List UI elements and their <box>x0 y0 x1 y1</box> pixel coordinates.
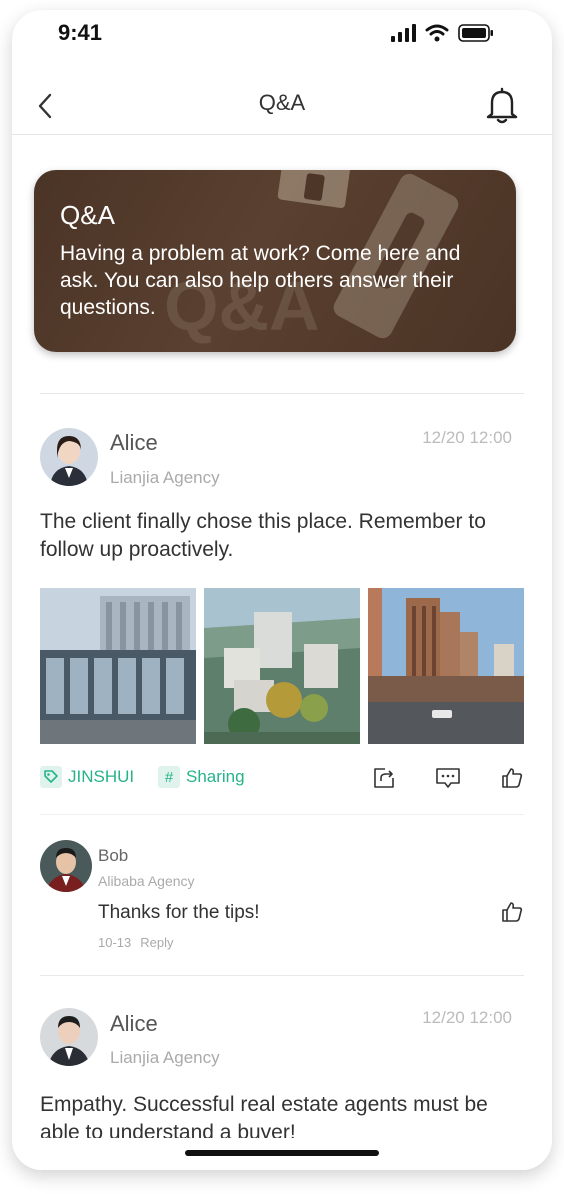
divider <box>40 975 524 976</box>
reply-button[interactable]: Reply <box>140 935 173 950</box>
qa-banner[interactable]: Q&A Q&A Having a problem at work? Come h… <box>34 170 516 352</box>
thumbs-up-icon <box>502 902 523 922</box>
signal-icon <box>391 24 416 42</box>
comment-text: Thanks for the tips! <box>98 902 260 923</box>
post-photo[interactable] <box>204 588 360 744</box>
share-button[interactable] <box>370 764 398 792</box>
divider <box>40 814 524 815</box>
building-photo-1 <box>40 588 196 744</box>
wifi-icon <box>425 24 449 42</box>
home-indicator[interactable] <box>185 1150 379 1156</box>
avatar-image <box>40 1008 98 1066</box>
tag-label: Sharing <box>186 767 245 786</box>
comment-icon <box>436 768 460 788</box>
share-icon <box>374 768 394 788</box>
banner-title: Q&A <box>60 200 115 230</box>
post-photo[interactable] <box>368 588 524 744</box>
tag-jinshui[interactable]: JINSHUI <box>40 766 134 788</box>
status-bar: 9:41 <box>12 10 552 60</box>
avatar-image <box>40 840 92 892</box>
tag-label: JINSHUI <box>68 767 135 786</box>
phone-frame: 9:41 Q&A Q&A Q&A Having a problem at wor… <box>12 10 552 1170</box>
comment-button[interactable] <box>434 764 462 792</box>
post-text: Empathy. Successful real estate agents m… <box>40 1093 488 1143</box>
navigation-bar: Q&A <box>12 78 552 135</box>
author-name[interactable]: Alice <box>110 430 158 456</box>
commenter-name[interactable]: Bob <box>98 846 128 866</box>
author-agency: Lianjia Agency <box>110 468 220 487</box>
notifications-button[interactable] <box>482 84 522 128</box>
hashtag-icon: # <box>158 766 180 788</box>
post-time: 12/20 12:00 <box>422 1008 512 1027</box>
like-button[interactable] <box>498 764 526 792</box>
page-title: Q&A <box>258 90 306 115</box>
post-time: 12/20 12:00 <box>422 428 512 447</box>
comment-date: 10-13 <box>98 935 132 950</box>
building-photo-3 <box>368 588 524 744</box>
tag-icon <box>40 766 62 788</box>
thumbs-up-icon <box>502 768 523 788</box>
status-time: 9:41 <box>58 20 103 45</box>
status-icons <box>390 24 494 42</box>
author-avatar[interactable] <box>40 428 98 486</box>
battery-icon <box>458 24 493 42</box>
tag-sharing[interactable]: # Sharing <box>158 766 245 788</box>
commenter-agency: Alibaba Agency <box>98 873 195 889</box>
post-text: The client finally chose this place. Rem… <box>40 510 486 561</box>
comment-like-button[interactable] <box>498 898 526 926</box>
post-photo[interactable] <box>40 588 196 744</box>
author-avatar[interactable] <box>40 1008 98 1066</box>
banner-description: Having a problem at work? Come here and … <box>60 242 461 319</box>
building-photo-2 <box>204 588 360 744</box>
comment-meta: 10-13 Reply <box>98 935 174 950</box>
author-name[interactable]: Alice <box>110 1011 158 1037</box>
avatar-image <box>40 428 98 486</box>
bell-icon <box>486 87 518 124</box>
commenter-avatar[interactable] <box>40 840 92 892</box>
author-agency: Lianjia Agency <box>110 1048 220 1067</box>
divider <box>40 393 524 394</box>
